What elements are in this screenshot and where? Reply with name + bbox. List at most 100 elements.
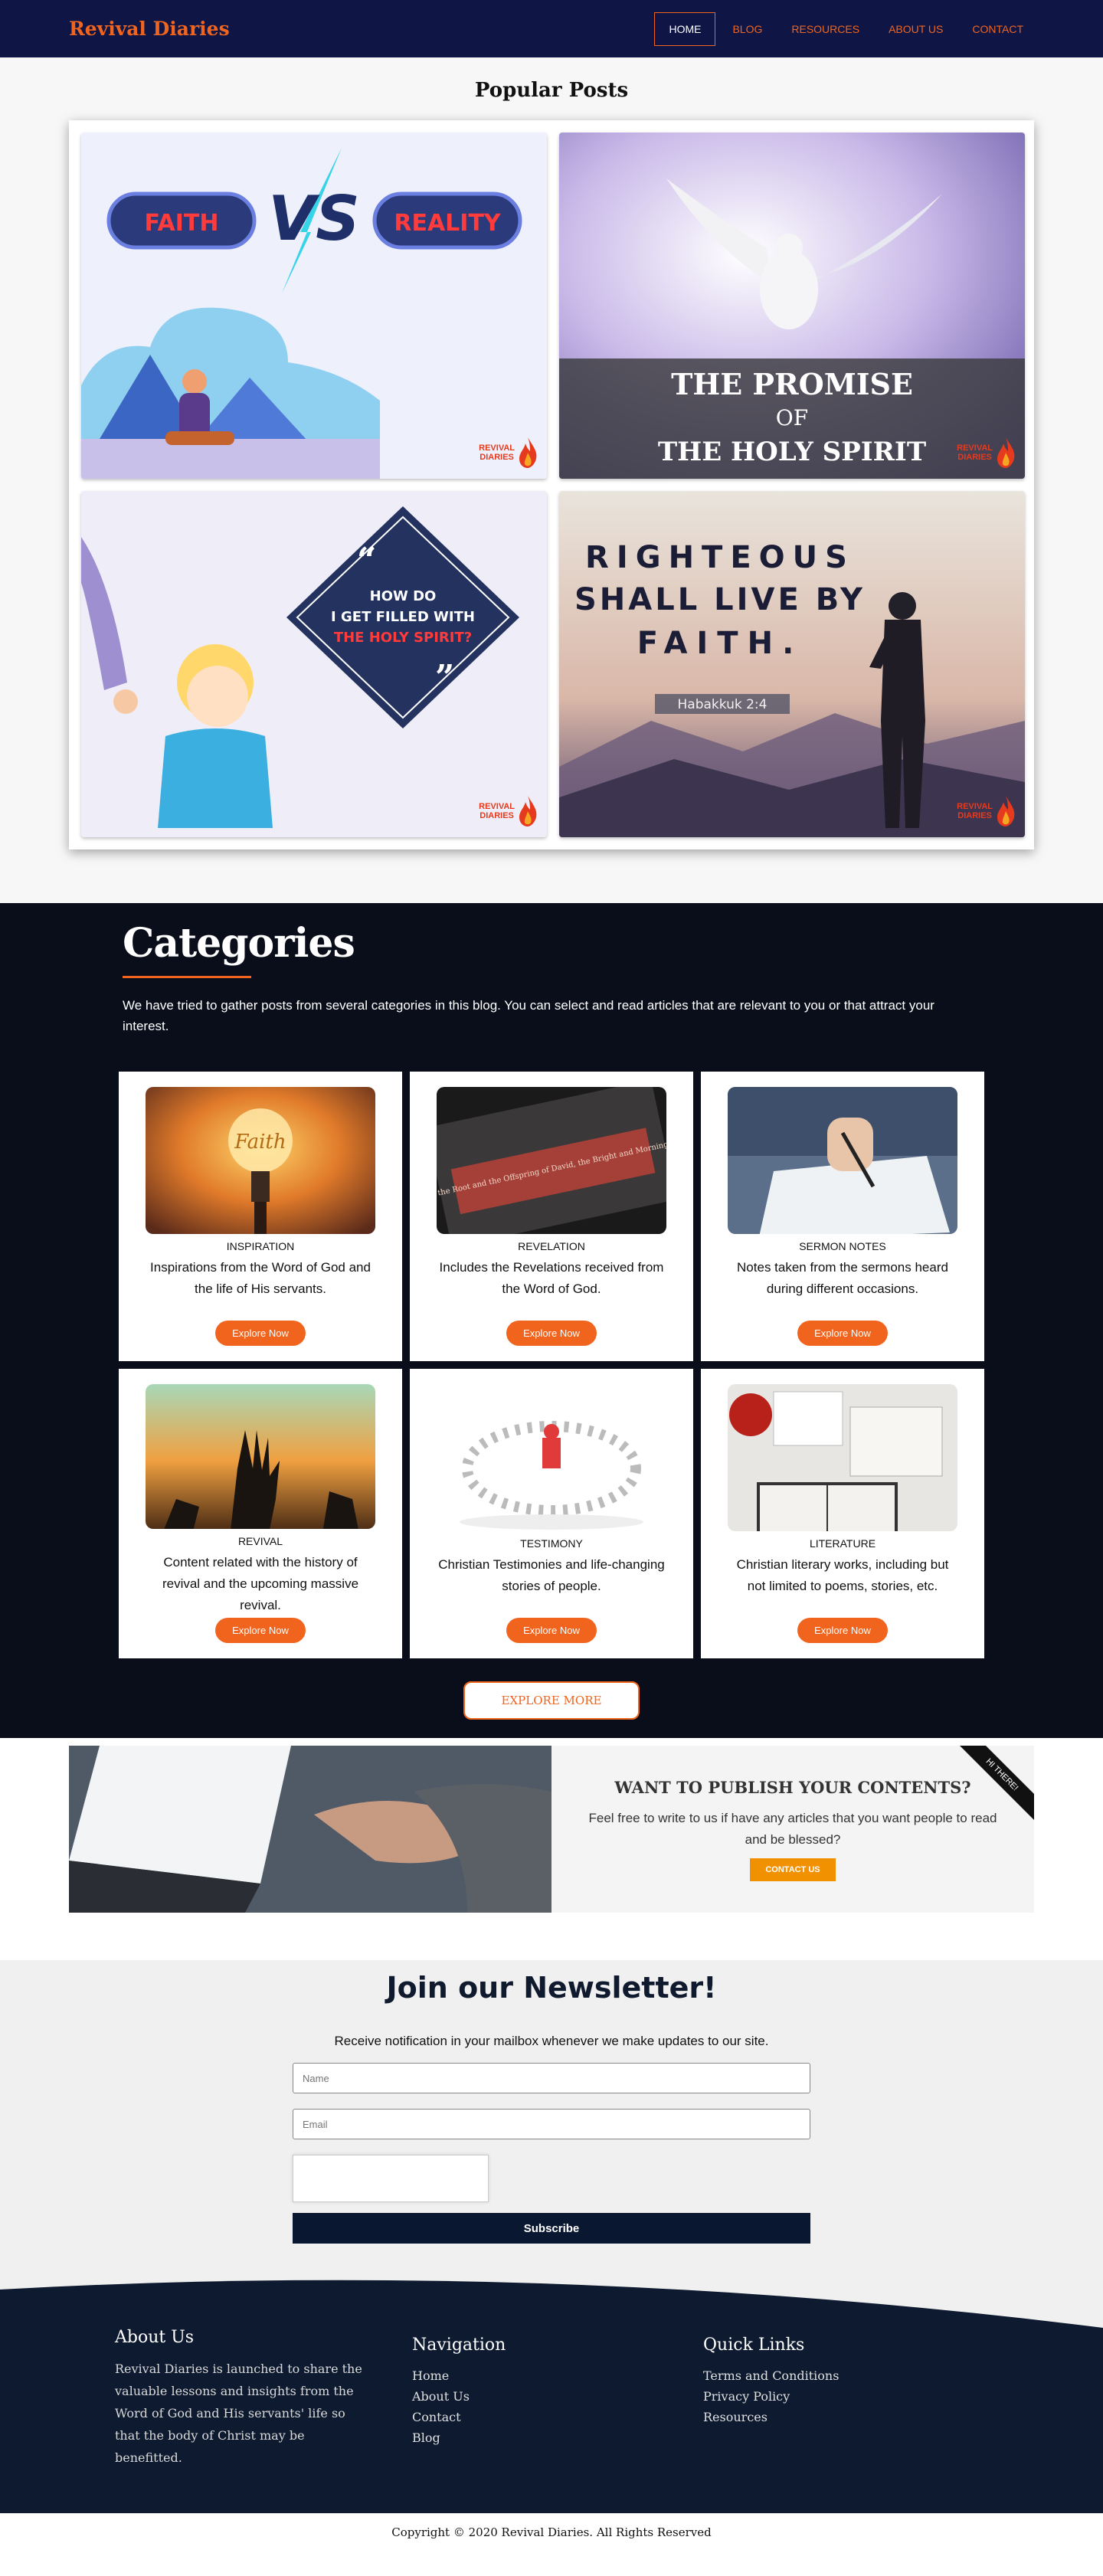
explore-now-button[interactable]: Explore Now bbox=[506, 1618, 597, 1643]
category-name: TESTIMONY bbox=[520, 1537, 583, 1550]
category-description: Content related with the history of revi… bbox=[162, 1555, 359, 1612]
category-image-revelation: I am the Root and the Offspring of David… bbox=[437, 1087, 666, 1234]
nav-contact[interactable]: CONTACT bbox=[960, 12, 1036, 46]
category-image-testimony bbox=[437, 1384, 666, 1531]
svg-text:THE PROMISE: THE PROMISE bbox=[671, 367, 913, 401]
nav-blog[interactable]: BLOG bbox=[720, 12, 774, 46]
category-card-revival: REVIVAL Content related with the history… bbox=[119, 1369, 402, 1658]
publish-text: Feel free to write to us if have any art… bbox=[588, 1811, 997, 1847]
copyright-text: Copyright © 2020 Revival Diaries. All Ri… bbox=[0, 2513, 1103, 2550]
newsletter-subtitle: Receive notification in your mailbox whe… bbox=[334, 2034, 769, 2048]
explore-now-button[interactable]: Explore Now bbox=[797, 1618, 888, 1643]
post-image-faith-vs-reality: FAITH REALITY VS bbox=[81, 133, 547, 479]
svg-text:I GET FILLED WITH: I GET FILLED WITH bbox=[331, 609, 475, 625]
svg-text:THE HOLY SPIRIT?: THE HOLY SPIRIT? bbox=[334, 630, 472, 646]
category-description: Christian literary works, including but … bbox=[736, 1556, 949, 1593]
post-card-promise-holy-spirit[interactable]: THE PROMISE OF THE HOLY SPIRIT REVIVAL DI… bbox=[559, 133, 1025, 479]
categories-section: Categories We have tried to gather posts… bbox=[0, 903, 1103, 1738]
about-text: Revival Diaries is launched to share the… bbox=[115, 2362, 362, 2465]
top-navbar: Revival Diaries HOME BLOG RESOURCES ABOU… bbox=[0, 0, 1103, 57]
categories-grid: Faith INSPIRATION Inspirations from the … bbox=[115, 1072, 988, 1658]
newsletter-form: Subscribe bbox=[293, 2063, 810, 2244]
svg-text:THE HOLY SPIRIT: THE HOLY SPIRIT bbox=[658, 437, 926, 467]
post-card-righteous-live-by-faith[interactable]: RIGHTEOUS SHALL LIVE BY FAITH. Habakkuk … bbox=[559, 491, 1025, 837]
category-name: SERMON NOTES bbox=[799, 1239, 886, 1252]
nav-home[interactable]: HOME bbox=[654, 11, 716, 46]
category-image-inspiration: Faith bbox=[146, 1087, 375, 1234]
flame-icon bbox=[519, 437, 537, 468]
post-image-promise-holy-spirit: THE PROMISE OF THE HOLY SPIRIT bbox=[559, 133, 1025, 479]
brand-logo[interactable]: Revival Diaries bbox=[69, 18, 230, 40]
subscribe-button[interactable]: Subscribe bbox=[293, 2213, 810, 2244]
category-description: Inspirations from the Word of God and th… bbox=[150, 1259, 371, 1296]
navigation-title: Navigation bbox=[412, 2335, 506, 2355]
footer-link-home[interactable]: Home bbox=[412, 2365, 703, 2386]
explore-now-button[interactable]: Explore Now bbox=[797, 1321, 888, 1346]
popular-posts-section: Popular Posts FAITH REALITY VS REVIVAL D… bbox=[0, 57, 1103, 903]
publish-title: WANT TO PUBLISH YOUR CONTENTS? bbox=[614, 1778, 971, 1797]
flame-icon bbox=[997, 796, 1015, 826]
explore-now-button[interactable]: Explore Now bbox=[506, 1321, 597, 1346]
category-name: INSPIRATION bbox=[226, 1239, 295, 1252]
svg-text:“: “ bbox=[357, 541, 376, 580]
svg-text:HOW DO: HOW DO bbox=[370, 588, 437, 604]
popular-posts-grid: FAITH REALITY VS REVIVAL DIARIES THE PRO… bbox=[69, 120, 1034, 849]
category-description: Notes taken from the sermons heard durin… bbox=[737, 1259, 948, 1296]
email-input[interactable] bbox=[293, 2109, 810, 2139]
revival-diaries-watermark: REVIVAL DIARIES bbox=[479, 437, 538, 468]
explore-now-button[interactable]: Explore Now bbox=[215, 1618, 306, 1643]
category-name: REVIVAL bbox=[237, 1535, 283, 1547]
publish-section: WANT TO PUBLISH YOUR CONTENTS? Feel free… bbox=[0, 1738, 1103, 1960]
typing-laptop-image bbox=[69, 1746, 552, 1913]
flame-icon bbox=[997, 437, 1015, 468]
footer-about: About Us Revival Diaries is launched to … bbox=[115, 2328, 412, 2469]
post-card-faith-vs-reality[interactable]: FAITH REALITY VS REVIVAL DIARIES bbox=[81, 133, 547, 479]
newsletter-title: Join our Newsletter! bbox=[386, 1971, 717, 2005]
category-description: Christian Testimonies and life-changing … bbox=[438, 1556, 665, 1593]
footer-link-terms[interactable]: Terms and Conditions bbox=[703, 2365, 839, 2386]
captcha-widget[interactable] bbox=[293, 2155, 489, 2202]
footer-link-about-us[interactable]: About Us bbox=[412, 2386, 703, 2407]
revival-diaries-watermark: REVIVAL DIARIES bbox=[957, 437, 1016, 468]
svg-text:FAITH.: FAITH. bbox=[637, 626, 804, 661]
svg-text:Habakkuk 2:4: Habakkuk 2:4 bbox=[678, 697, 768, 712]
footer-link-contact[interactable]: Contact bbox=[412, 2407, 703, 2427]
post-image-filled-holy-spirit: “ ” HOW DO I GET FILLED WITH THE HOLY SP… bbox=[81, 491, 547, 837]
site-footer: About Us Revival Diaries is launched to … bbox=[0, 2328, 1103, 2513]
name-input[interactable] bbox=[293, 2063, 810, 2093]
category-card-inspiration: Faith INSPIRATION Inspirations from the … bbox=[119, 1072, 402, 1361]
footer-wave bbox=[0, 2267, 1103, 2328]
contact-us-button[interactable]: CONTACT US bbox=[750, 1858, 836, 1881]
categories-description: We have tried to gather posts from sever… bbox=[123, 998, 934, 1033]
revival-diaries-watermark: REVIVAL DIARIES bbox=[957, 796, 1016, 826]
footer-quick-links: Quick Links Terms and Conditions Privacy… bbox=[703, 2328, 839, 2469]
category-description: Includes the Revelations received from t… bbox=[439, 1259, 664, 1296]
flame-icon bbox=[519, 796, 537, 826]
nav-resources[interactable]: RESOURCES bbox=[779, 12, 872, 46]
categories-title: Categories bbox=[123, 920, 355, 967]
category-card-sermon-notes: SERMON NOTES Notes taken from the sermon… bbox=[701, 1072, 984, 1361]
category-name: REVELATION bbox=[518, 1239, 585, 1252]
main-menu: HOME BLOG RESOURCES ABOUT US CONTACT bbox=[654, 11, 1036, 46]
post-image-righteous-faith: RIGHTEOUS SHALL LIVE BY FAITH. Habakkuk … bbox=[559, 491, 1025, 837]
svg-text:”: ” bbox=[435, 658, 454, 697]
category-image-literature bbox=[728, 1384, 957, 1531]
footer-navigation: Navigation Home About Us Contact Blog bbox=[412, 2328, 703, 2469]
svg-text:RIGHTEOUS: RIGHTEOUS bbox=[585, 540, 855, 575]
explore-now-button[interactable]: Explore Now bbox=[215, 1321, 306, 1346]
category-card-revelation: I am the Root and the Offspring of David… bbox=[410, 1072, 693, 1361]
svg-text:VS: VS bbox=[268, 183, 360, 254]
revival-diaries-watermark: REVIVAL DIARIES bbox=[479, 796, 538, 826]
footer-link-blog[interactable]: Blog bbox=[412, 2427, 703, 2448]
newsletter-section: Join our Newsletter! Receive notificatio… bbox=[0, 1960, 1103, 2267]
publish-banner: WANT TO PUBLISH YOUR CONTENTS? Feel free… bbox=[69, 1746, 1034, 1913]
category-image-sermon-notes bbox=[728, 1087, 957, 1234]
svg-text:FAITH: FAITH bbox=[144, 210, 218, 237]
footer-link-resources[interactable]: Resources bbox=[703, 2407, 839, 2427]
post-card-filled-with-holy-spirit[interactable]: “ ” HOW DO I GET FILLED WITH THE HOLY SP… bbox=[81, 491, 547, 837]
nav-about-us[interactable]: ABOUT US bbox=[876, 12, 955, 46]
svg-text:SHALL LIVE BY: SHALL LIVE BY bbox=[574, 582, 866, 617]
svg-text:Faith: Faith bbox=[234, 1131, 286, 1154]
footer-link-privacy[interactable]: Privacy Policy bbox=[703, 2386, 839, 2407]
explore-more-button[interactable]: EXPLORE MORE bbox=[463, 1681, 640, 1720]
